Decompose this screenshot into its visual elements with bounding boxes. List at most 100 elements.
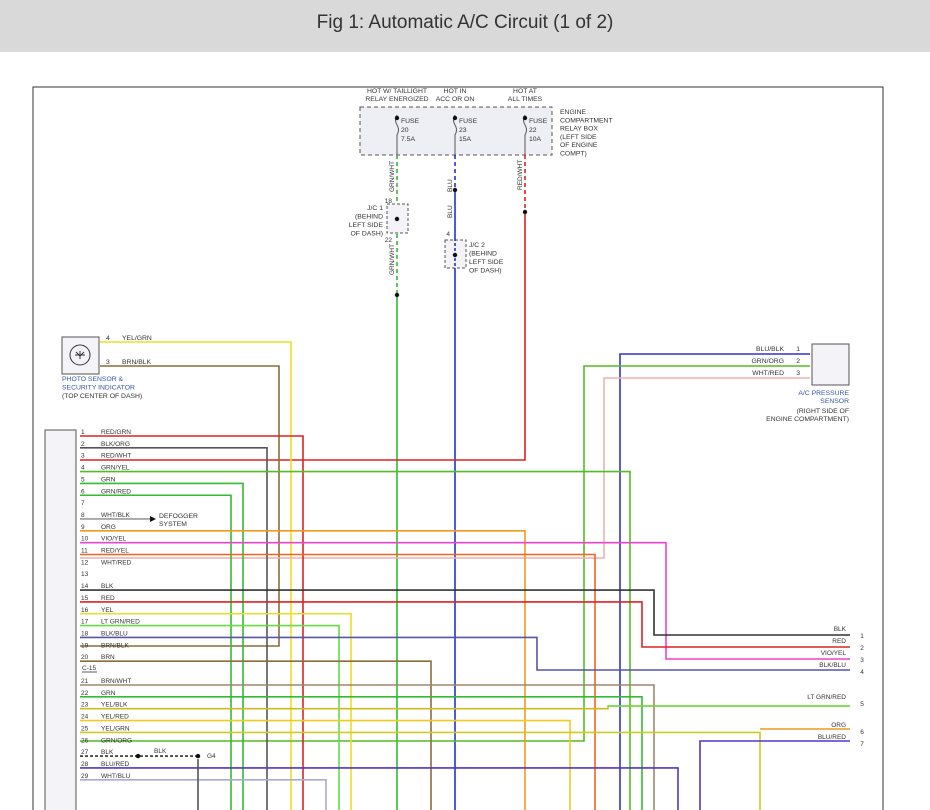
module-pin-number: 27: [81, 749, 89, 756]
right-terminal-wire: LT GRN/RED: [807, 694, 846, 701]
module-pin-number: 1: [81, 429, 85, 436]
fuse-hot-label: ALL TIMES: [508, 96, 543, 103]
splice-dot: [195, 753, 201, 759]
jc1-wire-out: GRN/WHT: [389, 244, 396, 275]
module-pin-wire: GRN/ORG: [101, 737, 132, 744]
photo-pin: 4: [106, 335, 110, 342]
ac-pin: 3: [796, 370, 800, 377]
jc1-text: LEFT SIDE: [349, 222, 384, 229]
module-pin-wire: ORG: [101, 524, 116, 531]
jc2-text: OF DASH): [469, 268, 501, 275]
relay-box-label: ENGINECOMPARTMENT RELAY BOX(LEFT SIDEOF E…: [560, 109, 613, 158]
module-pin-number: 16: [81, 607, 89, 614]
fuse-label: FUSE: [529, 118, 548, 125]
module-pin-wire: RED/WHT: [101, 453, 131, 460]
relay-box-text: OF ENGINE: [560, 142, 598, 149]
figure-title: Fig 1: Automatic A/C Circuit (1 of 2): [316, 12, 614, 33]
connector-label: C-15: [82, 665, 96, 672]
module-pin-number: 2: [81, 441, 85, 448]
module-pin-wire: GRN/YEL: [101, 465, 130, 472]
module-pin-number: 13: [81, 571, 89, 578]
fuse-wire-label: GRN/WHT: [389, 161, 396, 192]
fuse-dot: [452, 115, 458, 121]
right-terminal-wire: BLK/BLU: [819, 662, 846, 669]
ac-sensor-label: A/C PRESSURESENSOR (RIGHT SIDE OFENGINE C…: [766, 390, 849, 423]
splice-dot: [452, 187, 458, 193]
module-pin-wire: RED/GRN: [101, 429, 131, 436]
fuse-hot-label: HOT AT: [513, 88, 537, 95]
module-pin-wire: BLK: [101, 583, 114, 590]
wire-blu-red-out: [699, 740, 850, 810]
module-pin-number: 6: [81, 488, 85, 495]
ac-wire: BLU/BLK: [756, 346, 784, 353]
fuse-dot: [394, 115, 400, 121]
defogger-label: SYSTEM: [159, 521, 187, 528]
wire-label-blu: BLU: [447, 205, 454, 218]
fuse-hot-label: RELAY ENERGIZED: [365, 96, 428, 103]
right-terminal-wire: RED: [832, 638, 846, 645]
jc1-text: OF DASH): [351, 231, 383, 238]
wire-blu-red: [80, 767, 679, 810]
right-terminal-pin: 1: [860, 633, 864, 640]
module-pin-wire: GRN: [101, 476, 116, 483]
splice-dot: [452, 252, 458, 258]
module-pin-number: 26: [81, 737, 89, 744]
arrow-icon: [150, 515, 156, 522]
fuse-number: 20: [401, 127, 409, 134]
photo-pin: 3: [106, 359, 110, 366]
photo-sensor-text: (TOP CENTER OF DASH): [62, 393, 142, 400]
module-pin-wire: BLK: [101, 749, 114, 756]
module-pin-wire: BRN/WHT: [101, 678, 131, 685]
wire-wht-blu: [80, 778, 327, 810]
relay-box-text: ENGINE: [560, 109, 587, 116]
relay-box-text: COMPARTMENT: [560, 117, 613, 124]
ac-sensor-text: SENSOR: [820, 398, 849, 405]
ac-sensor-text: (RIGHT SIDE OF: [797, 408, 849, 415]
fuse-hot-label: HOT IN: [444, 88, 467, 95]
module-pin-number: 22: [81, 690, 89, 697]
module-pin-wire: WHT/BLK: [101, 512, 131, 519]
climate-control-unit-body: [44, 429, 77, 810]
right-terminal-pin: 7: [860, 741, 864, 748]
module-pin-number: 18: [81, 630, 89, 637]
module-pin-number: 5: [81, 476, 85, 483]
module-pin-wire: YEL/GRN: [101, 725, 130, 732]
splice-dot: [394, 216, 400, 222]
right-terminal-wire: ORG: [831, 722, 846, 729]
wire-blk-blu: [80, 636, 850, 671]
jc1-text: J/C 1: [367, 205, 383, 212]
photo-sensor-text: SECURITY INDICATOR: [62, 385, 135, 392]
splice-dot: [394, 292, 400, 298]
module-pin-wire: GRN: [101, 690, 116, 697]
module-pin-number: 8: [81, 512, 85, 519]
right-terminal-pin: 3: [860, 657, 864, 664]
jc1-pin-in: 18: [385, 198, 393, 205]
jc2-pin-in: 4: [446, 231, 450, 238]
ground-wire-label: BLK: [154, 748, 167, 755]
module-pin-number: 29: [81, 773, 89, 780]
ac-sensor-text: ENGINE COMPARTMENT): [766, 416, 849, 423]
fuse-number: 23: [459, 127, 467, 134]
module-pin-number: 9: [81, 524, 85, 531]
module-pin-wire: RED/YEL: [101, 548, 129, 555]
fuse-label: FUSE: [459, 118, 478, 125]
module-pin-wire: WHT/RED: [101, 559, 132, 566]
module-pin-number: 25: [81, 725, 89, 732]
module-pin-number: 17: [81, 619, 89, 626]
module-pin-number: 12: [81, 559, 89, 566]
fuse-number: 22: [529, 127, 537, 134]
module-pin-wire: VIO/YEL: [101, 536, 127, 543]
wire-yel-grn-2: [80, 731, 761, 810]
module-pin-wire: BLU/RED: [101, 761, 129, 768]
splice-dot: [522, 209, 528, 215]
module-pin-number: 19: [81, 642, 89, 649]
fuse-rating: 10A: [529, 136, 542, 143]
wire-layer: [80, 115, 850, 810]
module-pin-wire: RED: [101, 595, 115, 602]
splice-dot: [135, 753, 141, 759]
figure-header: Fig 1: Automatic A/C Circuit (1 of 2): [0, 0, 930, 52]
module-pin-number: 20: [81, 654, 89, 661]
wire-brn-blk: [80, 365, 280, 647]
relay-box-text: (LEFT SIDE: [560, 134, 597, 141]
right-terminal-wire: VIO/YEL: [821, 650, 847, 657]
